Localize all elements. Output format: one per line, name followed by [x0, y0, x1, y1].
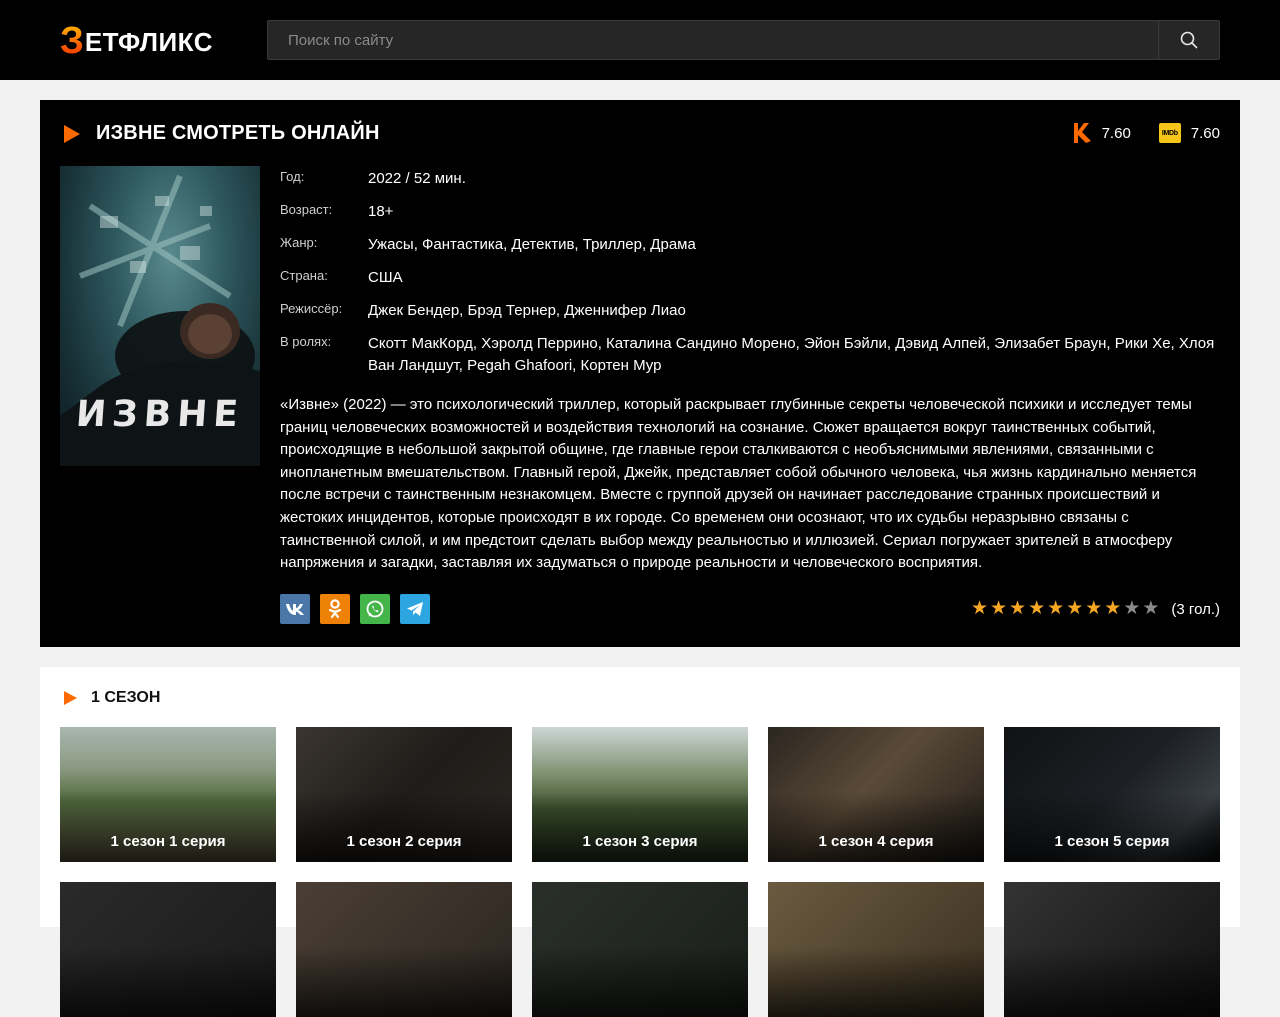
star-icon[interactable]: ★: [1047, 599, 1064, 619]
episode-label: 1 сезон 4 серия: [818, 833, 934, 850]
episode-card[interactable]: [60, 882, 276, 1017]
episode-card[interactable]: [768, 882, 984, 1017]
movie-poster[interactable]: ИЗВНЕ: [60, 166, 260, 466]
logo-letter: З: [60, 20, 84, 62]
info-label: Жанр:: [280, 235, 318, 250]
star-icon[interactable]: ★: [1104, 599, 1121, 619]
rating-imdb-value: 7.60: [1190, 124, 1220, 142]
odnoklassniki-icon: [328, 599, 342, 619]
telegram-icon: [407, 602, 423, 616]
episode-grid: 1 сезон 1 серия 1 сезон 2 серия 1 сезон …: [60, 727, 1220, 1017]
imdb-icon: IMDb: [1158, 123, 1181, 143]
star-icon[interactable]: ★: [990, 599, 1007, 619]
ratings: 7.60 IMDb 7.60: [1044, 122, 1220, 144]
episode-card[interactable]: 1 сезон 3 серия: [532, 727, 748, 862]
share-whatsapp-button[interactable]: [360, 594, 390, 624]
vk-icon: [286, 604, 304, 615]
info-value: 2022 / 52 мин.: [368, 170, 466, 187]
episode-label: 1 сезон 2 серия: [346, 833, 462, 850]
star-icon[interactable]: ★: [1066, 599, 1083, 619]
share-telegram-button[interactable]: [400, 594, 430, 624]
search-input[interactable]: [268, 21, 1158, 59]
episode-label: 1 сезон 5 серия: [1054, 833, 1170, 850]
rating-stars[interactable]: ★ ★ ★ ★ ★ ★ ★ ★ ★ ★: [971, 599, 1159, 619]
whatsapp-icon: [366, 600, 384, 618]
season-title-row: 1 СЕЗОН: [64, 689, 160, 707]
info-row-country: Страна: США: [280, 267, 1220, 289]
kinopoisk-icon: [1073, 123, 1091, 143]
info-label: В ролях:: [280, 334, 332, 349]
title-row: ИЗВНЕ СМОТРЕТЬ ОНЛАЙН: [64, 122, 380, 145]
info-label: Режиссёр:: [280, 301, 343, 316]
info-label: Год:: [280, 169, 305, 184]
page-title: ИЗВНЕ СМОТРЕТЬ ОНЛАЙН: [96, 122, 380, 144]
info-row-director: Режиссёр: Джек Бендер, Брэд Тернер, Джен…: [280, 300, 1220, 322]
play-icon: [64, 124, 80, 143]
share-ok-button[interactable]: [320, 594, 350, 624]
season-title: 1 СЕЗОН: [91, 689, 161, 706]
star-icon[interactable]: ★: [971, 599, 988, 619]
info-row-cast: В ролях: Скотт МакКорд, Хэролд Перрино, …: [280, 333, 1220, 377]
movie-info: Год: 2022 / 52 мин. Возраст: 18+ Жанр: У…: [280, 168, 1220, 388]
episode-card[interactable]: 1 сезон 5 серия: [1004, 727, 1220, 862]
user-rating: ★ ★ ★ ★ ★ ★ ★ ★ ★ ★ (3 гол.): [971, 594, 1220, 624]
poster-title-text: ИЗВНЕ: [74, 394, 246, 435]
share-buttons: [280, 594, 430, 624]
star-icon[interactable]: ★: [1123, 599, 1140, 619]
info-label: Страна:: [280, 268, 328, 283]
search-button[interactable]: [1158, 21, 1219, 59]
info-row-genre: Жанр: Ужасы, Фантастика, Детектив, Трилл…: [280, 234, 1220, 256]
info-value: Ужасы, Фантастика, Детектив, Триллер, Др…: [368, 236, 696, 253]
season-section: 1 СЕЗОН 1 сезон 1 серия 1 сезон 2 серия …: [40, 667, 1240, 1017]
rating-imdb: IMDb 7.60: [1158, 123, 1220, 143]
episode-card[interactable]: 1 сезон 1 серия: [60, 727, 276, 862]
movie-description: «Извне» (2022) — это психологический три…: [280, 396, 1197, 572]
star-icon[interactable]: ★: [1009, 599, 1026, 619]
rating-kp-value: 7.60: [1101, 124, 1131, 142]
info-label: Возраст:: [280, 202, 333, 217]
search-bar: [267, 20, 1220, 60]
episode-card[interactable]: [1004, 882, 1220, 1017]
episode-label: 1 сезон 1 серия: [110, 833, 226, 850]
info-value: США: [368, 269, 403, 286]
star-icon[interactable]: ★: [1142, 599, 1159, 619]
share-vk-button[interactable]: [280, 594, 310, 624]
info-value: Скотт МакКорд, Хэролд Перрино, Каталина …: [368, 335, 1215, 374]
episode-card[interactable]: 1 сезон 2 серия: [296, 727, 512, 862]
star-icon[interactable]: ★: [1028, 599, 1045, 619]
site-logo[interactable]: З ЕТФЛИКС: [60, 20, 213, 62]
rating-kinopoisk: 7.60: [1072, 122, 1131, 144]
search-icon: [1180, 31, 1198, 49]
info-row-age: Возраст: 18+: [280, 201, 1220, 223]
info-value: Джек Бендер, Брэд Тернер, Дженнифер Лиао: [368, 302, 686, 319]
site-header: З ЕТФЛИКС: [0, 0, 1280, 80]
movie-card: ИЗВНЕ СМОТРЕТЬ ОНЛАЙН 7.60 IMDb 7.60 ИЗВ…: [40, 100, 1240, 647]
play-icon: [64, 691, 77, 705]
episode-label: 1 сезон 3 серия: [582, 833, 698, 850]
episode-card[interactable]: 1 сезон 4 серия: [768, 727, 984, 862]
episode-card[interactable]: [532, 882, 748, 1017]
info-row-year: Год: 2022 / 52 мин.: [280, 168, 1220, 190]
info-value: 18+: [368, 203, 394, 220]
episode-card[interactable]: [296, 882, 512, 1017]
logo-text: ЕТФЛИКС: [84, 27, 213, 57]
votes-count: (3 гол.): [1171, 600, 1220, 618]
star-icon[interactable]: ★: [1085, 599, 1102, 619]
